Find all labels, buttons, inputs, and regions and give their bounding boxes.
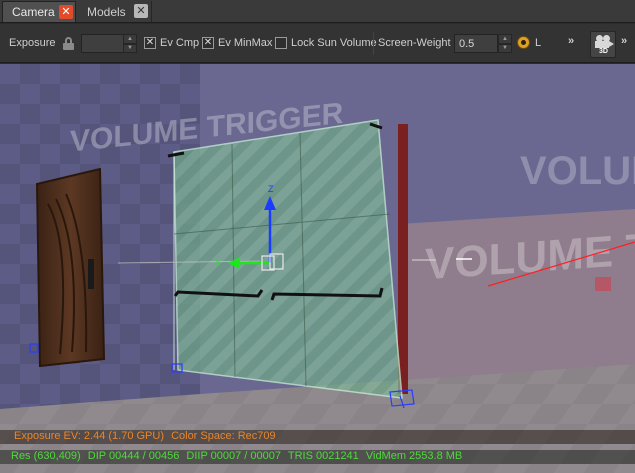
close-icon[interactable]: ✕ [59, 5, 73, 19]
gizmo-z-label: Z [268, 184, 274, 194]
viewport-toolbar: Exposure ▲ ▼ ✕ Ev Cmp ✕ Ev MinMax Lock Su… [0, 24, 635, 63]
render-stats: Res (630,409) DIP 00444 / 00456 DIIP 000… [0, 450, 635, 464]
volume-trigger-box[interactable] [173, 119, 403, 399]
tab-bar: Camera ✕ Models ✕ [0, 0, 635, 23]
wall-text: VOLUME TRIGGER [520, 149, 635, 193]
diip-text: DIIP 00007 / 00007 [186, 450, 281, 462]
camera-mode-button[interactable]: 3D [590, 31, 616, 58]
dip-text: DIP 00444 / 00456 [87, 450, 180, 462]
overflow-chevron-icon[interactable]: » [568, 35, 574, 47]
vidmem-text: VidMem 2553.8 MB [365, 450, 463, 462]
tab-camera[interactable]: Camera ✕ [2, 1, 76, 22]
tab-models[interactable]: Models ✕ [78, 1, 152, 22]
screen-weight-label: Screen-Weight [378, 37, 451, 49]
close-icon[interactable]: ✕ [134, 4, 148, 18]
exposure-input[interactable] [81, 34, 124, 53]
gizmo-y-label: Y [215, 258, 221, 268]
exposure-ev-text: Exposure EV: 2.44 (1.70 GPU) [14, 430, 164, 442]
ev-minmax-label: Ev MinMax [218, 37, 273, 49]
ev-cmp-label: Ev Cmp [160, 37, 200, 49]
door-handle [88, 259, 94, 289]
camera-mode-label: 3D [599, 48, 608, 55]
color-space-text: Color Space: Rec709 [171, 430, 276, 442]
scene-render: VOLUME TRIGGER VOLUME TRIGGER VOLUME TRI… [0, 64, 635, 473]
res-text: Res (630,409) [11, 450, 81, 462]
lock-icon[interactable] [63, 37, 74, 50]
l-radio[interactable] [517, 36, 530, 49]
3d-viewport[interactable]: VOLUME TRIGGER VOLUME TRIGGER VOLUME TRI… [0, 64, 635, 473]
screen-weight-input[interactable] [454, 34, 498, 53]
toolbar-divider [373, 32, 374, 55]
lock-sun-volume-label: Lock Sun Volume [291, 37, 377, 49]
screen-weight-stepper[interactable]: ▲ ▼ [498, 34, 512, 53]
exposure-label: Exposure [9, 37, 56, 49]
exposure-stepper[interactable]: ▲ ▼ [123, 34, 137, 53]
exposure-status: Exposure EV: 2.44 (1.70 GPU) Color Space… [0, 430, 635, 444]
overflow-chevron-icon[interactable]: » [621, 35, 627, 47]
red-object [398, 124, 408, 394]
lock-sun-volume-checkbox[interactable] [275, 37, 287, 49]
l-label: L [535, 37, 542, 49]
tris-text: TRIS 0021241 [287, 450, 359, 462]
ev-minmax-checkbox[interactable]: ✕ [202, 37, 214, 49]
tab-camera-label: Camera [12, 5, 55, 19]
ev-cmp-checkbox[interactable]: ✕ [144, 37, 156, 49]
tab-models-label: Models [87, 4, 126, 19]
